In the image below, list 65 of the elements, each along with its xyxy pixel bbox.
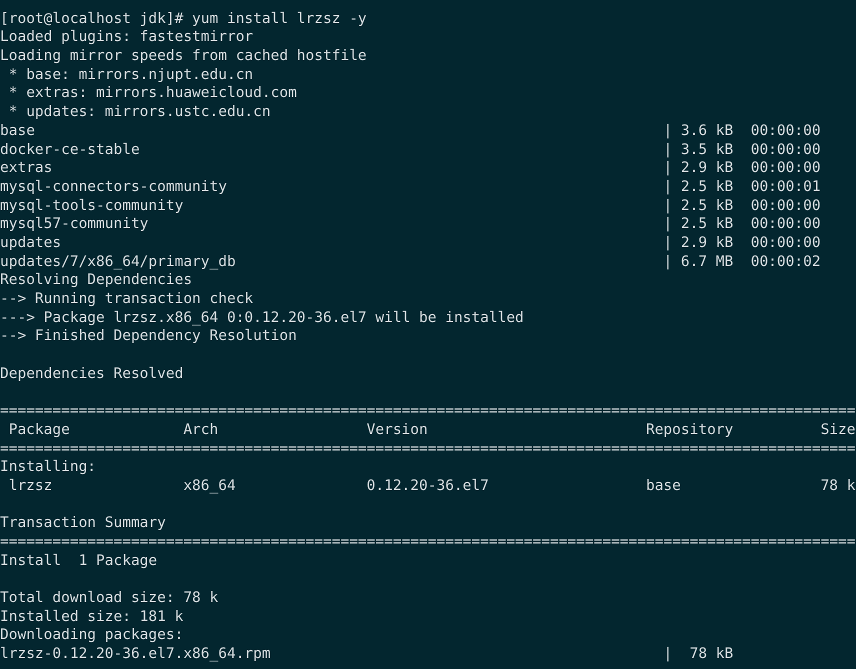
repo-name: mysql-connectors-community [0,178,228,197]
download-size: 2.9 kB [680,159,734,178]
repo-name: extras [0,159,54,178]
download-size: 6.7 MB [680,252,734,272]
table-header: Size [820,422,856,438]
repo-name: updates/7/x86_64/primary_db [0,252,237,272]
download-size: 2.5 kB [680,215,734,234]
rule-line: ================================================================================================== [0,402,856,421]
rule-line: ================================================================================================== [0,440,856,458]
terminal-line: Total download size: 78 k [0,589,218,608]
table-header: Arch [183,422,218,438]
elapsed-time: 00:00:02 [750,252,821,272]
terminal-line: Dependencies Resolved [0,364,184,384]
table-header: Repository [646,422,734,438]
terminal-line: * base: mirrors.njupt.edu.cn [8,66,254,84]
column-separator: | [663,215,672,234]
rule-line: ================================================================================================== [0,532,856,552]
terminal-line: --> Running transaction check [0,290,254,309]
download-size: 2.5 kB [680,178,734,197]
terminal-line: ---> Package lrzsz.x86_64 0:0.12.20-36.el7 will be installed [0,308,524,328]
column-separator: | [663,252,672,272]
terminal-line: Install 1 Package [0,552,158,570]
elapsed-time: 00:00:00 [750,215,821,234]
terminal-line: --> Finished Dependency Resolution [0,327,297,346]
column-separator: | [663,178,672,197]
terminal-line: Installing: [0,458,96,477]
repo-name: base [0,122,36,140]
terminal-line: Loaded plugins: fastestmirror [0,28,254,48]
download-size: 3.5 kB [680,140,734,160]
repo-name: updates [0,234,62,253]
table-cell: 0.12.20-36.el7 [366,478,489,494]
elapsed-time: 00:00:00 [750,122,821,140]
column-separator: | [663,196,672,216]
terminal-line: Resolving Dependencies [0,271,192,290]
column-separator: | [663,159,672,178]
table-header: Package [8,422,70,438]
column-separator: | [663,645,672,664]
repo-name: lrzsz-0.12.20-36.el7.x86_64.rpm [0,645,272,664]
table-cell: x86_64 [183,478,236,494]
terminal-line: * updates: mirrors.ustc.edu.cn [8,103,271,122]
column-separator: | [663,122,672,140]
elapsed-time: 00:00:00 [750,140,821,160]
table-cell: 78 k [820,478,856,494]
terminal-line: Transaction Summary [0,514,166,533]
download-size: 78 kB [690,645,734,664]
download-size: 2.5 kB [680,196,734,216]
download-size: 3.6 kB [680,122,734,140]
repo-name: mysql-tools-community [0,196,184,216]
elapsed-time: 00:00:00 [750,196,821,216]
repo-name: mysql57-community [0,215,150,234]
table-cell: lrzsz [8,478,52,494]
column-separator: | [663,234,672,253]
terminal-line: * extras: mirrors.huaweicloud.com [8,84,297,104]
elapsed-time: 00:00:00 [750,159,821,178]
elapsed-time: 00:00:01 [750,178,821,197]
table-header: Version [366,422,428,438]
table-cell: base [646,478,681,494]
column-separator: | [663,140,672,160]
terminal-line: Loading mirror speeds from cached hostfile [0,47,367,66]
elapsed-time: 00:00:00 [750,234,821,253]
terminal-line: Downloading packages: [0,626,184,646]
terminal-line: Installed size: 181 k [0,608,184,626]
download-size: 2.9 kB [680,234,734,253]
terminal-line: [root@localhost jdk]# yum install lrzsz -y [0,10,367,28]
repo-name: docker-ce-stable [0,140,141,160]
